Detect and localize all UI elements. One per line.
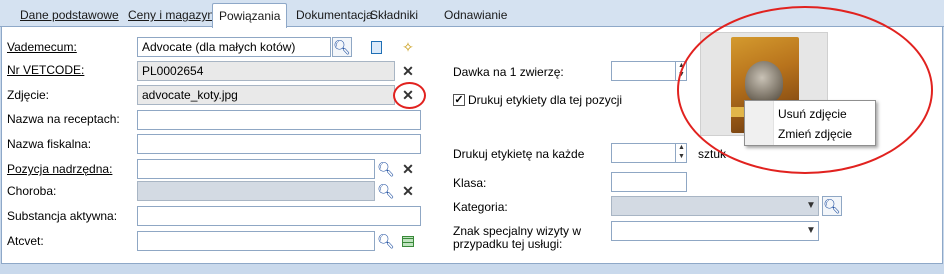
print-every-label: Drukuj etykietę na każde <box>453 147 585 161</box>
vademecum-field[interactable]: Advocate (dla małych kotów) <box>137 37 331 57</box>
fiscal-name-label: Nazwa fiskalna: <box>7 137 92 151</box>
close-icon: ✕ <box>402 87 414 103</box>
search-icon: 🔍︎ <box>377 233 395 249</box>
tab-label: Odnawianie <box>444 8 508 22</box>
tab-label: Ceny i magazyn <box>128 8 215 22</box>
context-menu: Usuń zdjęcie Zmień zdjęcie <box>744 100 876 146</box>
print-labels-checkbox[interactable]: ✓ <box>453 94 465 106</box>
vetcode-label: Nr VETCODE: <box>7 63 85 77</box>
disease-field[interactable] <box>137 181 375 201</box>
print-every-unit: sztuk <box>698 147 727 161</box>
magic-wand-icon: ✧ <box>402 39 414 55</box>
vademecum-wand-button[interactable]: ✧ <box>398 37 418 57</box>
parent-item-field[interactable] <box>137 159 375 179</box>
atcvet-field[interactable] <box>137 231 375 251</box>
category-search-button[interactable]: 🔍︎ <box>822 196 842 216</box>
category-select[interactable] <box>611 196 819 216</box>
table-icon <box>402 235 414 247</box>
search-icon: 🔍︎ <box>823 198 841 214</box>
class-field[interactable] <box>611 172 687 192</box>
prescription-name-field[interactable] <box>137 110 421 130</box>
vetcode-clear-button[interactable]: ✕ <box>398 61 418 81</box>
close-icon: ✕ <box>402 63 414 79</box>
parent-item-label: Pozycja nadrzędna: <box>7 162 113 176</box>
document-icon <box>370 40 382 54</box>
vademecum-label: Vademecum: <box>7 40 77 54</box>
tab-label: Dane podstawowe <box>20 8 119 22</box>
photo-field[interactable]: advocate_koty.jpg <box>137 85 395 105</box>
close-icon: ✕ <box>402 161 414 177</box>
menu-item-change-photo[interactable]: Zmień zdjęcie <box>778 127 852 141</box>
tab-label: Dokumentacja <box>296 8 373 22</box>
tab-ceny-i-magazyn[interactable]: Ceny i magazyn <box>124 6 218 26</box>
tab-dane-podstawowe[interactable]: Dane podstawowe <box>16 6 123 26</box>
parent-item-clear-button[interactable]: ✕ <box>398 159 418 179</box>
tab-label: Powiązania <box>219 9 281 23</box>
tab-skladniki[interactable]: Składniki <box>366 6 422 26</box>
menu-item-remove-photo[interactable]: Usuń zdjęcie <box>778 107 847 121</box>
search-icon: 🔍︎ <box>333 39 351 55</box>
tab-powiazania[interactable]: Powiązania <box>212 3 288 28</box>
parent-item-search-button[interactable]: 🔍︎ <box>376 159 396 179</box>
atcvet-label: Atcvet: <box>7 234 44 248</box>
category-label: Kategoria: <box>453 200 508 214</box>
disease-label: Choroba: <box>7 184 57 198</box>
print-labels-label: Drukuj etykiety dla tej pozycji <box>468 93 623 107</box>
vademecum-details-button[interactable] <box>366 37 386 57</box>
fiscal-name-field[interactable] <box>137 134 421 154</box>
chevron-down-icon: ▼ <box>806 225 816 236</box>
search-icon: 🔍︎ <box>377 183 395 199</box>
active-substance-field[interactable] <box>137 206 421 226</box>
arrow-up-icon: ▲ <box>678 144 685 151</box>
special-sign-label-line1: Znak specjalny wizyty w <box>453 224 582 238</box>
dose-spinner[interactable]: ▲ ▼ <box>675 61 687 81</box>
search-icon: 🔍︎ <box>377 161 395 177</box>
tab-bar: Dane podstawowe Ceny i magazyn Powiązani… <box>0 0 944 28</box>
disease-clear-button[interactable]: ✕ <box>398 181 418 201</box>
tab-odnawianie[interactable]: Odnawianie <box>440 6 511 26</box>
atcvet-table-button[interactable] <box>398 231 418 251</box>
prescription-name-label: Nazwa na receptach: <box>7 112 120 126</box>
photo-clear-button[interactable]: ✕ <box>398 85 418 105</box>
chevron-down-icon: ▼ <box>806 200 816 211</box>
arrow-up-icon: ▲ <box>678 62 685 69</box>
vetcode-field[interactable]: PL0002654 <box>137 61 395 81</box>
atcvet-search-button[interactable]: 🔍︎ <box>376 231 396 251</box>
print-every-spinner[interactable]: ▲ ▼ <box>675 143 687 163</box>
disease-search-button[interactable]: 🔍︎ <box>376 181 396 201</box>
tab-label: Składniki <box>370 8 419 22</box>
vademecum-search-button[interactable]: 🔍︎ <box>332 37 352 57</box>
arrow-down-icon: ▼ <box>678 71 685 78</box>
special-sign-select[interactable] <box>611 221 819 241</box>
special-sign-label-line2: przypadku tej usługi: <box>453 237 563 251</box>
class-label: Klasa: <box>453 176 487 190</box>
dose-label: Dawka na 1 zwierzę: <box>453 65 564 79</box>
arrow-down-icon: ▼ <box>678 153 685 160</box>
photo-label: Zdjęcie: <box>7 88 50 102</box>
active-substance-label: Substancja aktywna: <box>7 209 118 223</box>
close-icon: ✕ <box>402 183 414 199</box>
tab-dokumentacja[interactable]: Dokumentacja <box>292 6 377 26</box>
